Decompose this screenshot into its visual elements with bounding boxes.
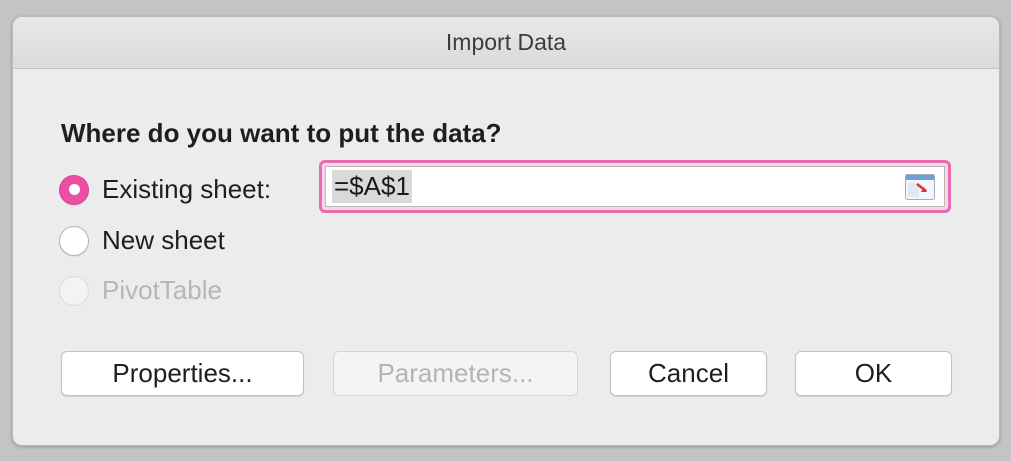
- pivot-table-option: PivotTable: [59, 275, 222, 306]
- new-sheet-label[interactable]: New sheet: [102, 225, 225, 256]
- existing-sheet-option[interactable]: Existing sheet:: [59, 174, 271, 205]
- cell-reference-value[interactable]: =$A$1: [332, 170, 412, 203]
- new-sheet-option[interactable]: New sheet: [59, 225, 225, 256]
- ok-button[interactable]: OK: [795, 351, 952, 396]
- cell-reference-field[interactable]: =$A$1: [319, 160, 951, 213]
- collapse-dialog-icon[interactable]: [905, 174, 935, 200]
- title-bar[interactable]: Import Data: [13, 17, 999, 69]
- cell-reference-input[interactable]: =$A$1: [325, 166, 945, 207]
- pivot-table-label: PivotTable: [102, 275, 222, 305]
- parameters-button: Parameters...: [333, 351, 578, 396]
- existing-sheet-label[interactable]: Existing sheet:: [102, 174, 271, 205]
- new-sheet-radio[interactable]: [59, 225, 89, 256]
- radio-selected-dot: [68, 184, 80, 195]
- pivot-table-radio: [59, 275, 89, 306]
- import-data-dialog: Import Data Where do you want to put the…: [12, 16, 1000, 446]
- destination-question: Where do you want to put the data?: [61, 118, 502, 148]
- properties-button[interactable]: Properties...: [61, 351, 304, 396]
- cancel-button[interactable]: Cancel: [610, 351, 767, 396]
- existing-sheet-radio[interactable]: [59, 174, 89, 205]
- dialog-title: Import Data: [445, 29, 567, 55]
